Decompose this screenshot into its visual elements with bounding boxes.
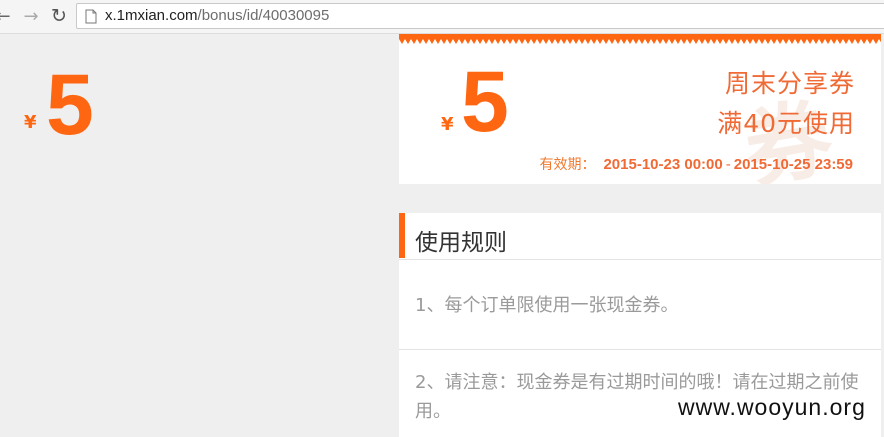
currency-symbol: ¥ — [24, 112, 37, 133]
forward-arrow-icon[interactable]: → — [20, 5, 42, 27]
site-watermark: www.wooyun.org — [678, 394, 866, 420]
amount-value: 5 — [46, 57, 94, 153]
reload-icon[interactable]: ↻ — [48, 5, 70, 27]
validity-label: 有效期： — [539, 157, 596, 173]
url-host: x.1mxian.com — [105, 7, 198, 24]
back-arrow-icon[interactable]: ← — [0, 5, 14, 27]
coupon-amount: 5 — [461, 54, 509, 150]
validity-end: 2015-10-25 23:59 — [733, 156, 853, 173]
rules-divider — [399, 349, 881, 350]
validity-separator: - — [725, 156, 731, 173]
browser-toolbar: ← → ↻ x.1mxian.com/bonus/id/40030095 — [0, 0, 884, 34]
url-text: x.1mxian.com/bonus/id/40030095 — [105, 7, 329, 24]
rules-accent-bar — [399, 213, 405, 258]
coupon-currency: ¥ — [441, 114, 454, 135]
coupon-validity: 有效期： 2015-10-23 00:00-2015-10-25 23:59 — [539, 154, 853, 174]
coupon-card: 券 ¥ 5 周末分享券 满40元使用 有效期： 2015-10-23 00:00-… — [399, 34, 881, 184]
rule-item: 1、每个订单限使用一张现金券。 — [415, 295, 679, 316]
coupon-min-spend: 满40元使用 — [717, 109, 855, 138]
url-path: /bonus/id/40030095 — [197, 7, 330, 24]
rules-header: 使用规则 — [399, 213, 881, 260]
coupon-title: 周末分享券 — [724, 69, 855, 98]
validity-start: 2015-10-23 00:00 — [603, 156, 723, 173]
rules-title: 使用规则 — [415, 230, 507, 256]
address-bar[interactable]: x.1mxian.com/bonus/id/40030095 — [76, 3, 884, 29]
page-icon — [85, 9, 97, 24]
coupon-zigzag-border — [399, 34, 881, 44]
